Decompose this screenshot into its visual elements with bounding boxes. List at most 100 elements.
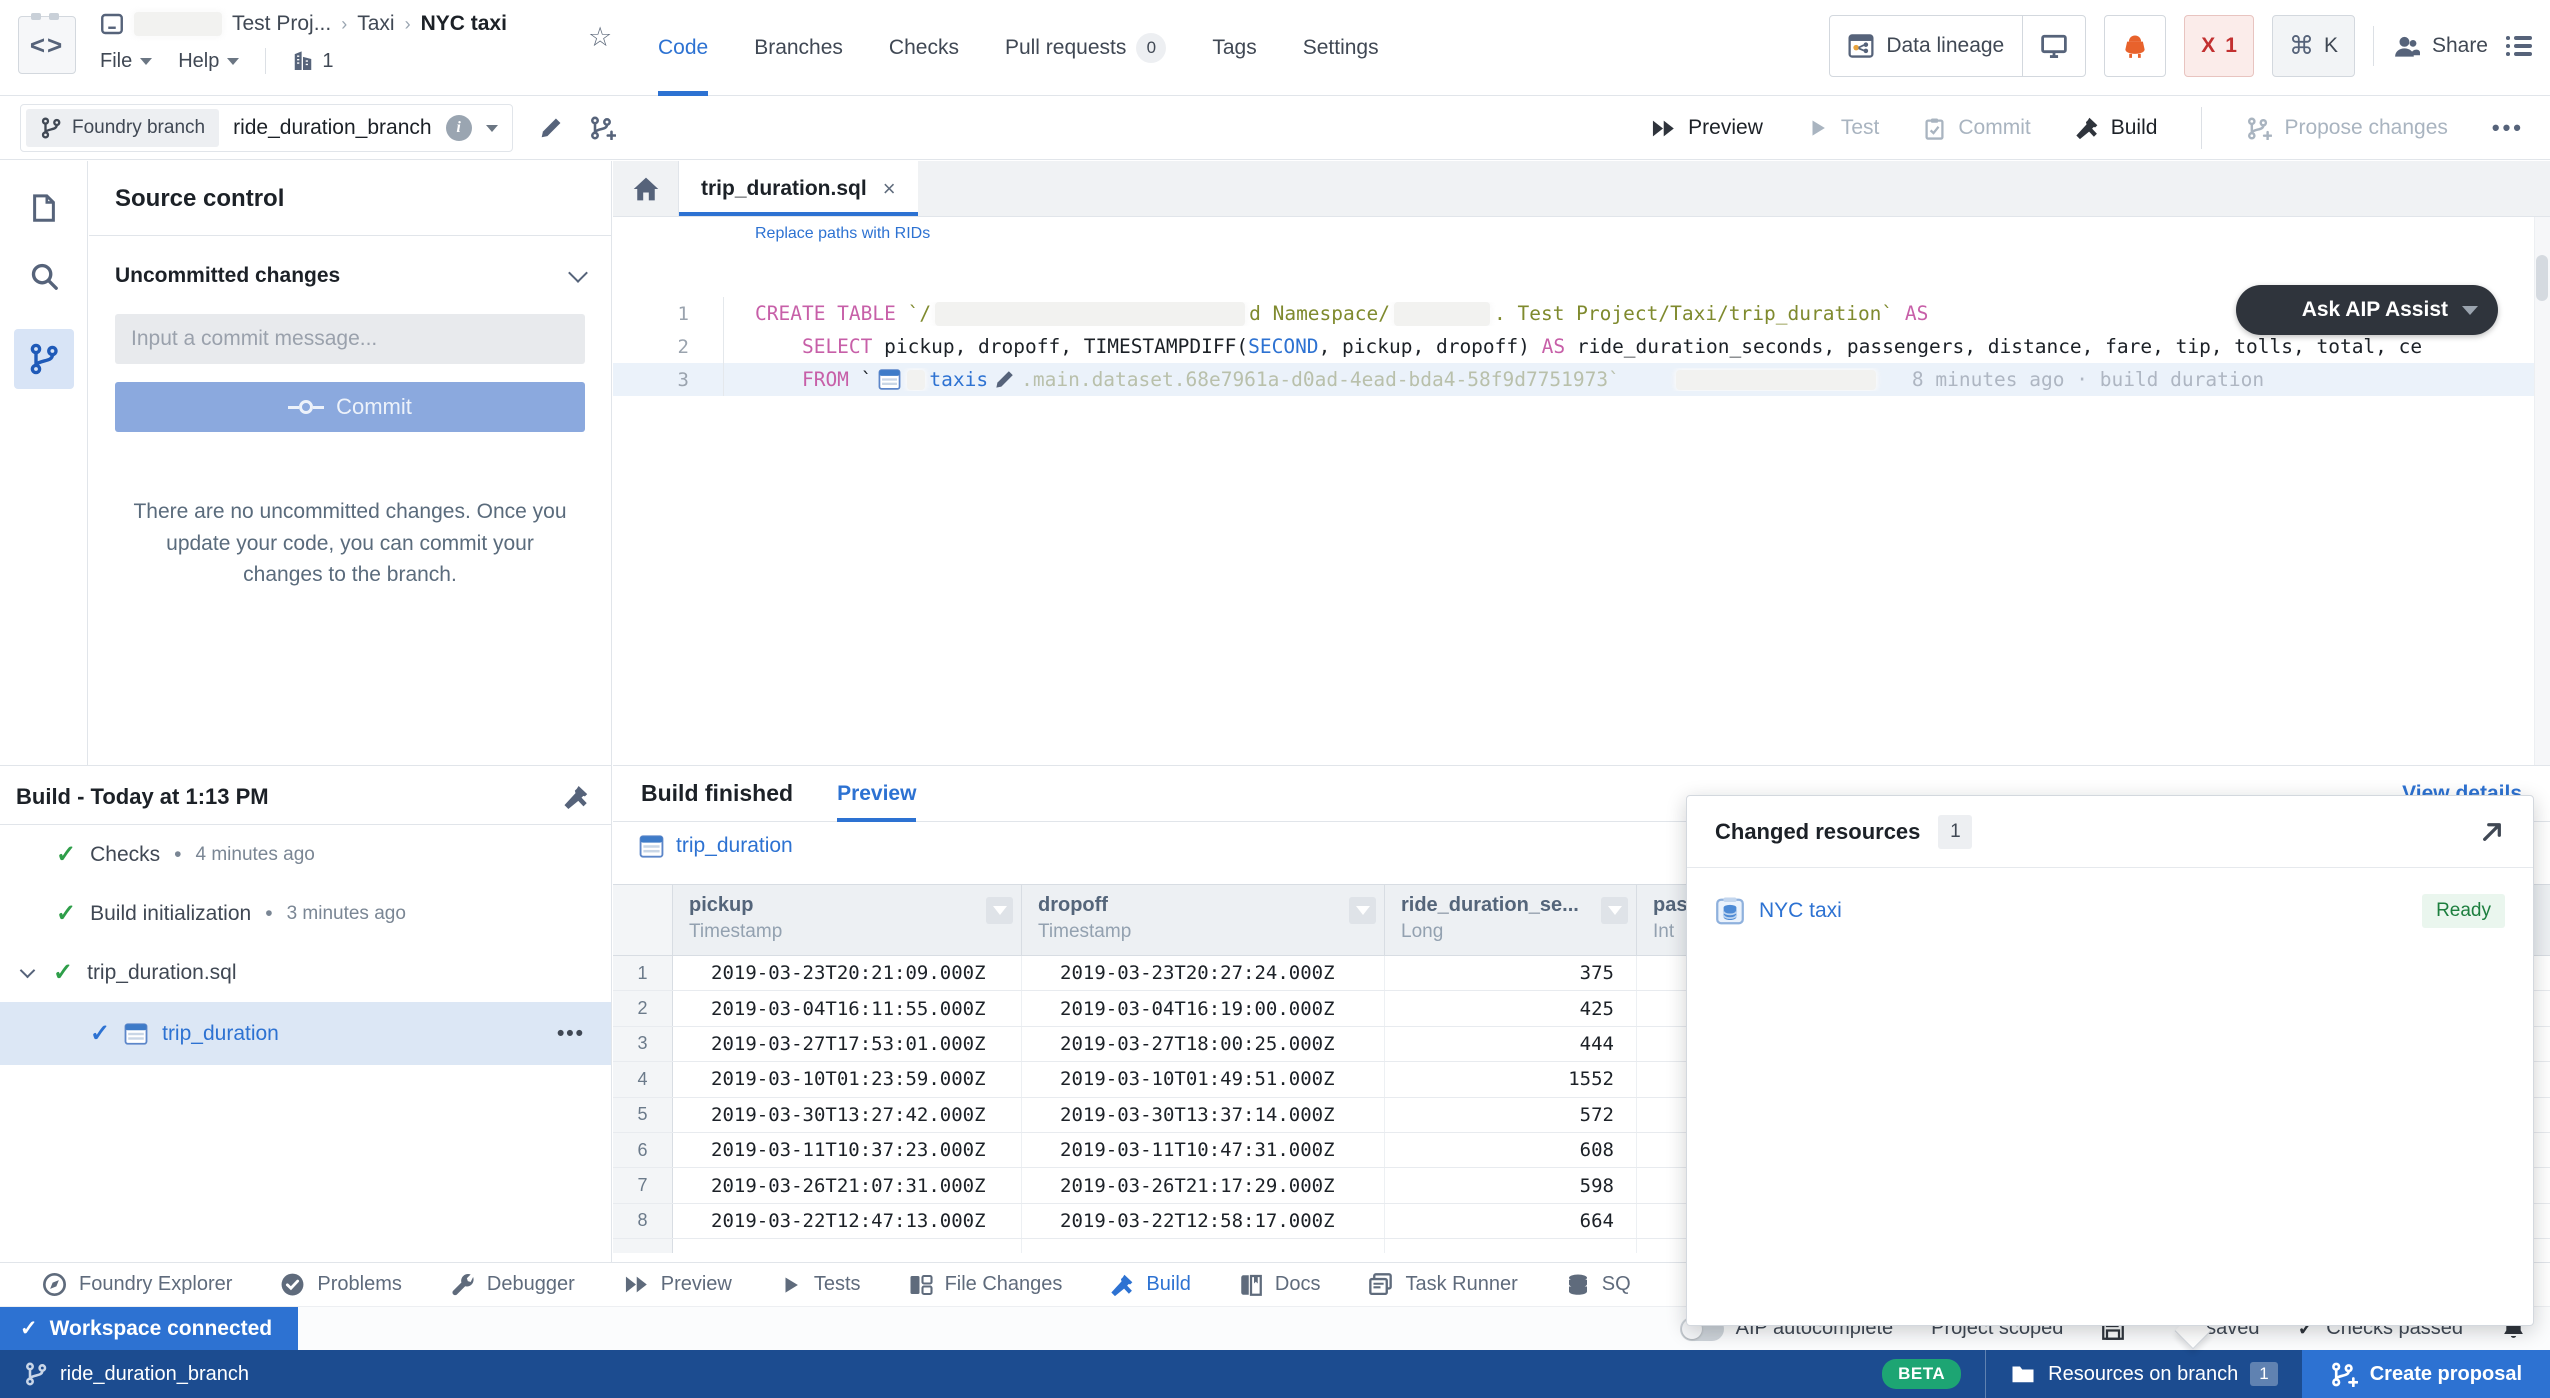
toolbar-docs[interactable]: Docs bbox=[1215, 1263, 1345, 1307]
toolbar-file-changes[interactable]: File Changes bbox=[885, 1263, 1087, 1307]
empty-state-text: There are no uncommitted changes. Once y… bbox=[133, 496, 567, 591]
resources-on-branch-button[interactable]: Resources on branch 1 bbox=[1986, 1350, 2302, 1398]
commit-button[interactable]: Commit bbox=[115, 382, 585, 432]
test-button[interactable]: Test bbox=[1807, 116, 1880, 140]
table-icon bbox=[124, 1022, 148, 1046]
divider bbox=[265, 48, 266, 74]
split-view-icon bbox=[909, 1273, 933, 1297]
menu-list-icon[interactable] bbox=[2506, 36, 2532, 56]
changed-resource-row[interactable]: NYC taxi Ready bbox=[1687, 868, 2533, 954]
panel-title: Changed resources bbox=[1715, 819, 1920, 845]
breadcrumb-project[interactable]: Test Proj... bbox=[232, 12, 331, 36]
tab-pull-requests[interactable]: Pull requests0 bbox=[1005, 0, 1166, 96]
breadcrumb-folder[interactable]: Taxi bbox=[357, 12, 394, 36]
current-branch-indicator[interactable]: ride_duration_branch bbox=[0, 1362, 249, 1386]
more-options-icon[interactable]: ••• bbox=[2492, 115, 2524, 141]
scrollbar-thumb[interactable] bbox=[2536, 255, 2548, 301]
tab-preview[interactable]: Preview bbox=[837, 766, 916, 822]
chevron-down-icon[interactable] bbox=[486, 125, 498, 132]
tab-settings[interactable]: Settings bbox=[1303, 0, 1379, 96]
commit-button-top[interactable]: Commit bbox=[1923, 116, 2030, 140]
toolbar-problems[interactable]: Problems bbox=[256, 1263, 425, 1307]
errors-button[interactable]: X 1 bbox=[2184, 15, 2254, 77]
redacted-text bbox=[1676, 370, 1876, 390]
data-lineage-button[interactable]: Data lineage bbox=[1830, 16, 2022, 76]
command-palette-button[interactable]: ⌘ K bbox=[2272, 15, 2355, 77]
column-header-ride-duration[interactable]: ride_duration_se... Long bbox=[1385, 885, 1637, 955]
tab-branches[interactable]: Branches bbox=[754, 0, 843, 96]
editor-tab-trip-duration[interactable]: trip_duration.sql × bbox=[679, 161, 918, 216]
resource-link[interactable]: NYC taxi bbox=[1759, 899, 1842, 923]
pull-requests-count-badge: 0 bbox=[1136, 33, 1166, 63]
column-header-pickup[interactable]: pickup Timestamp bbox=[673, 885, 1022, 955]
build-button-top[interactable]: Build bbox=[2075, 116, 2158, 140]
branch-actions: Preview Test Commit Build Propose change… bbox=[1650, 107, 2524, 149]
build-step-trip-duration[interactable]: ✓ trip_duration ••• bbox=[0, 1002, 611, 1065]
workspace-connected-badge[interactable]: ✓ Workspace connected bbox=[0, 1307, 298, 1351]
filter-icon[interactable] bbox=[1349, 897, 1376, 924]
help-menu[interactable]: Help bbox=[178, 50, 239, 73]
new-branch-icon[interactable] bbox=[589, 116, 616, 140]
tab-checks[interactable]: Checks bbox=[889, 0, 959, 96]
filter-icon[interactable] bbox=[986, 897, 1013, 924]
code-editor[interactable]: Replace paths with RIDs 1 CREATE TABLE `… bbox=[613, 217, 2550, 765]
toolbar-preview[interactable]: Preview bbox=[599, 1263, 756, 1307]
uncommitted-changes-section[interactable]: Uncommitted changes bbox=[115, 264, 585, 288]
branch-selector[interactable]: Foundry branch ride_duration_branch i bbox=[20, 104, 513, 152]
redacted-text bbox=[935, 302, 1245, 326]
close-icon[interactable]: × bbox=[883, 176, 896, 202]
repository-logo-icon[interactable]: <> bbox=[18, 16, 76, 74]
replace-paths-codelens[interactable]: Replace paths with RIDs bbox=[755, 225, 930, 243]
toolbar-task-runner[interactable]: Task Runner bbox=[1344, 1263, 1541, 1307]
filter-icon[interactable] bbox=[1601, 897, 1628, 924]
database-icon bbox=[1566, 1273, 1590, 1297]
source-control-rail-item[interactable] bbox=[14, 329, 74, 389]
home-tab[interactable] bbox=[613, 161, 679, 216]
hammer-icon[interactable] bbox=[563, 784, 589, 810]
edit-pencil-icon[interactable] bbox=[994, 369, 1015, 390]
create-proposal-button[interactable]: Create proposal bbox=[2302, 1350, 2550, 1398]
more-options-icon[interactable]: ••• bbox=[557, 1022, 585, 1046]
step-time: 3 minutes ago bbox=[287, 903, 406, 925]
build-step-sql-file[interactable]: ✓ trip_duration.sql bbox=[0, 943, 611, 1002]
chevron-down-icon[interactable] bbox=[2462, 306, 2478, 315]
toolbar-sql[interactable]: SQ bbox=[1542, 1263, 1655, 1307]
chevron-down-icon[interactable] bbox=[20, 963, 36, 979]
dataset-link[interactable]: trip_duration bbox=[676, 834, 793, 858]
foundry-branch-chip: Foundry branch bbox=[26, 109, 219, 147]
column-header-dropoff[interactable]: dropoff Timestamp bbox=[1022, 885, 1385, 955]
search-icon[interactable] bbox=[29, 261, 59, 291]
branch-icon bbox=[24, 1362, 48, 1386]
toolbar-debugger[interactable]: Debugger bbox=[426, 1263, 599, 1307]
commit-message-input[interactable] bbox=[115, 314, 585, 364]
taxis-dataset-link[interactable]: taxis bbox=[929, 368, 988, 391]
edit-pencil-icon[interactable] bbox=[539, 116, 563, 140]
toolbar-tests[interactable]: Tests bbox=[756, 1263, 885, 1307]
build-step-initialization[interactable]: ✓ Build initialization • 3 minutes ago bbox=[0, 884, 611, 943]
ask-aip-assist-button[interactable]: Ask AIP Assist bbox=[2236, 285, 2498, 335]
files-icon[interactable] bbox=[29, 193, 59, 223]
favorite-star-icon[interactable]: ☆ bbox=[588, 22, 612, 53]
file-menu[interactable]: File bbox=[100, 50, 152, 73]
build-step-checks[interactable]: ✓ Checks • 4 minutes ago bbox=[0, 825, 611, 884]
panel-title: Source control bbox=[115, 185, 585, 213]
open-in-window-button[interactable] bbox=[2022, 16, 2085, 76]
preview-button[interactable]: Preview bbox=[1650, 116, 1763, 140]
row-number-header bbox=[613, 885, 673, 955]
breadcrumb-separator: › bbox=[405, 14, 411, 35]
double-play-icon bbox=[623, 1273, 649, 1296]
debug-connector-button[interactable] bbox=[2104, 15, 2166, 77]
propose-changes-button[interactable]: Propose changes bbox=[2246, 116, 2447, 140]
open-arrow-icon[interactable] bbox=[2479, 819, 2505, 845]
tab-tags[interactable]: Tags bbox=[1212, 0, 1256, 96]
line-number: 3 bbox=[613, 369, 723, 391]
organization-indicator[interactable]: 1 bbox=[292, 50, 333, 73]
info-icon[interactable]: i bbox=[446, 115, 472, 141]
toolbar-build[interactable]: Build bbox=[1086, 1263, 1214, 1307]
toolbar-foundry-explorer[interactable]: Foundry Explorer bbox=[18, 1263, 256, 1307]
tab-code[interactable]: Code bbox=[658, 0, 708, 96]
check-icon: ✓ bbox=[56, 840, 76, 869]
editor-scrollbar[interactable] bbox=[2534, 217, 2550, 765]
breadcrumb-current: NYC taxi bbox=[421, 12, 507, 36]
share-button[interactable]: Share bbox=[2392, 34, 2488, 59]
